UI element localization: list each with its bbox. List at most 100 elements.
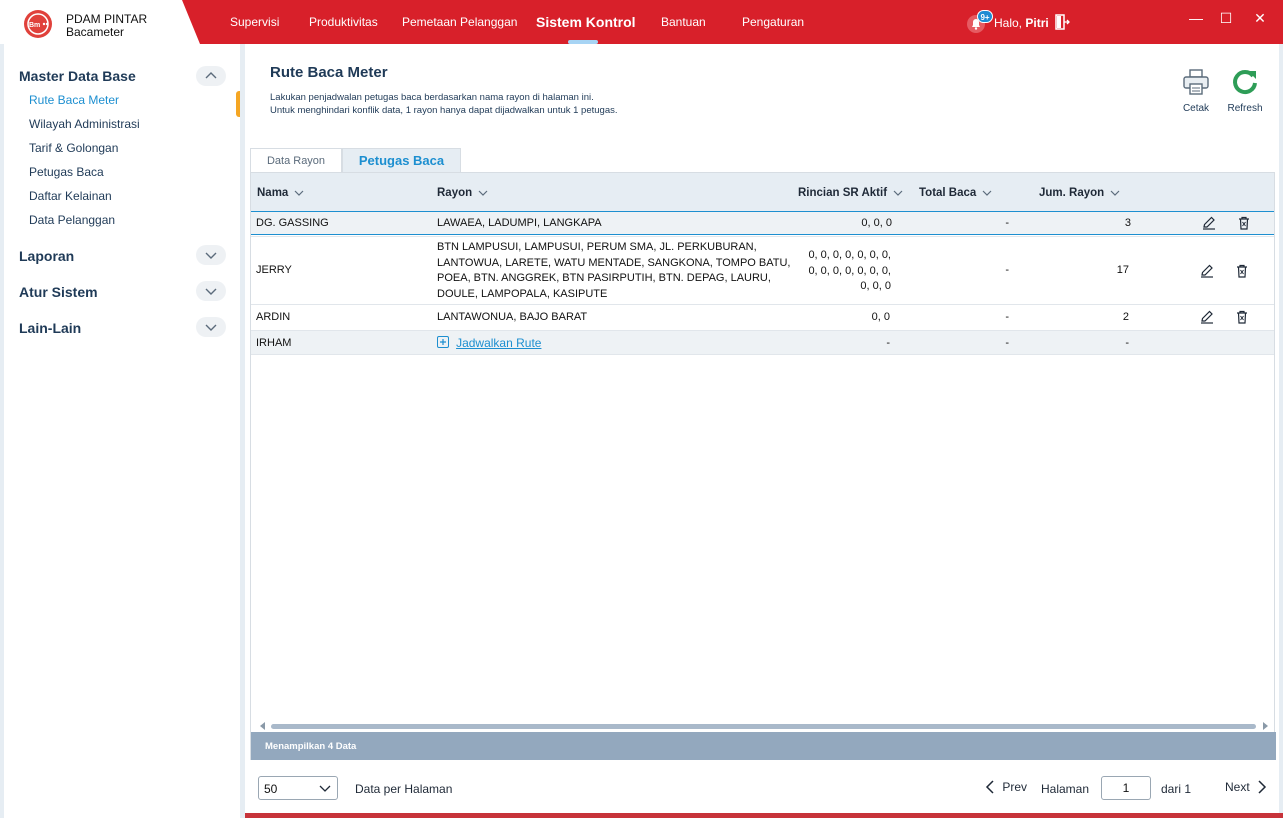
delete-icon[interactable] <box>1234 309 1250 325</box>
cell-total-baca: - <box>1005 217 1009 229</box>
next-label: Next <box>1225 780 1250 794</box>
column-label-nama: Nama <box>257 187 289 199</box>
column-header-nama[interactable]: Nama <box>257 187 304 199</box>
cell-jum-rayon: 3 <box>1124 217 1131 229</box>
schedule-route-label[interactable]: Jadwalkan Rute <box>456 336 541 350</box>
scroll-left-icon[interactable] <box>259 722 267 730</box>
rincian-line: 0, 0, 0, 0, 0, 0, 0, <box>808 264 891 277</box>
nav-bantuan[interactable]: Bantuan <box>661 15 706 29</box>
notification-badge: 9+ <box>977 10 993 23</box>
sidebar-section-lain-lain[interactable]: Lain-Lain <box>19 320 81 336</box>
sidebar-section-laporan[interactable]: Laporan <box>19 248 74 264</box>
top-bar: Bm PDAM PINTAR Bacameter Supervisi Produ… <box>0 0 1283 44</box>
window-close-button[interactable]: ✕ <box>1252 10 1268 26</box>
page-total-label: dari 1 <box>1161 782 1192 796</box>
column-header-rincian-sr-aktif[interactable]: Rincian SR Aktif <box>798 187 903 199</box>
delete-icon[interactable] <box>1236 215 1252 231</box>
sidebar-section-atur-sistem[interactable]: Atur Sistem <box>19 284 98 300</box>
horizontal-scrollbar[interactable] <box>259 722 1269 730</box>
chevron-down-icon <box>205 252 217 259</box>
cell-rayon: BTN LAMPUSUI, LAMPUSUI, PERUM SMA, JL. P… <box>437 240 790 302</box>
cell-rincian: 0, 0, 0 <box>861 217 892 229</box>
prev-page-button[interactable]: Prev <box>985 780 1027 794</box>
sidebar-item-petugas-baca[interactable]: Petugas Baca <box>29 165 104 179</box>
sidebar-item-data-pelanggan[interactable]: Data Pelanggan <box>29 213 115 227</box>
cell-rayon: LANTAWONUA, BAJO BARAT <box>437 311 588 323</box>
scroll-right-icon[interactable] <box>1261 722 1269 730</box>
print-label: Cetak <box>1182 103 1210 114</box>
sidebar-item-rute-baca-meter[interactable]: Rute Baca Meter <box>29 93 119 107</box>
page-description-line2: Untuk menghindari konflik data, 1 rayon … <box>270 105 618 116</box>
nav-pemetaan-pelanggan[interactable]: Pemetaan Pelanggan <box>402 15 517 29</box>
page-number-input[interactable] <box>1101 776 1151 800</box>
main-content: Rute Baca Meter Lakukan penjadwalan petu… <box>245 44 1283 818</box>
cell-total-baca: - <box>1005 264 1009 276</box>
sidebar-section-master-data-base[interactable]: Master Data Base <box>19 68 136 84</box>
window-maximize-button[interactable]: ☐ <box>1218 10 1234 26</box>
table-footer: Menampilkan 4 Data <box>251 732 1276 760</box>
refresh-button[interactable]: Refresh <box>1220 68 1270 114</box>
rincian-line: 0, 0, 0 <box>860 280 891 292</box>
collapse-master-data-base-button[interactable] <box>196 66 226 86</box>
expand-atur-sistem-button[interactable] <box>196 281 226 301</box>
column-header-rayon[interactable]: Rayon <box>437 187 488 199</box>
page-title: Rute Baca Meter <box>270 64 388 81</box>
rayon-line: LANTOWUA, LARETE, WATU MENTADE, SANGKONA… <box>437 256 791 269</box>
record-count: Menampilkan 4 Data <box>265 741 357 752</box>
sort-chevron-icon <box>478 190 488 196</box>
app-subname: Bacameter <box>66 25 125 39</box>
refresh-label: Refresh <box>1227 103 1263 114</box>
cell-rayon: LAWAEA, LADUMPI, LANGKAPA <box>437 217 602 229</box>
logout-icon[interactable] <box>1054 14 1070 30</box>
cell-jum-rayon: 2 <box>1122 311 1129 323</box>
edit-icon[interactable] <box>1201 215 1217 231</box>
page-description-line1: Lakukan penjadwalan petugas baca berdasa… <box>270 92 594 103</box>
print-button[interactable]: Cetak <box>1171 68 1221 114</box>
sort-chevron-icon <box>1110 190 1120 196</box>
greeting-text: Halo, <box>994 16 1023 30</box>
tab-data-rayon[interactable]: Data Rayon <box>250 148 342 172</box>
table-row[interactable]: IRHAM Jadwalkan Rute - - - <box>251 330 1274 355</box>
window-minimize-button[interactable]: — <box>1188 10 1204 26</box>
table-row[interactable]: ARDIN LANTAWONUA, BAJO BARAT 0, 0 - 2 <box>251 304 1274 330</box>
table-row[interactable]: JERRY BTN LAMPUSUI, LAMPUSUI, PERUM SMA,… <box>251 236 1274 304</box>
column-header-total-baca[interactable]: Total Baca <box>919 187 992 199</box>
schedule-route-link[interactable]: Jadwalkan Rute <box>437 336 541 350</box>
rayon-line: BTN LAMPUSUI, LAMPUSUI, PERUM SMA, JL. P… <box>437 241 757 253</box>
edit-icon[interactable] <box>1199 309 1215 325</box>
nav-produktivitas[interactable]: Produktivitas <box>309 15 378 29</box>
plus-square-icon <box>437 336 449 348</box>
page-size-value: 50 <box>264 782 278 796</box>
nav-supervisi[interactable]: Supervisi <box>230 15 279 29</box>
chevron-up-icon <box>205 72 217 79</box>
sidebar-item-daftar-kelainan[interactable]: Daftar Kelainan <box>29 189 112 203</box>
cell-rincian: 0, 0, 0, 0, 0, 0, 0, 0, 0, 0, 0, 0, 0, 0… <box>791 248 891 295</box>
table-row[interactable]: DG. GASSING LAWAEA, LADUMPI, LANGKAPA 0,… <box>251 211 1274 235</box>
nav-sistem-kontrol[interactable]: Sistem Kontrol <box>536 14 636 30</box>
expand-lain-lain-button[interactable] <box>196 317 226 337</box>
cell-jum-rayon: 17 <box>1116 264 1129 276</box>
rincian-line: 0, 0, 0, 0, 0, 0, 0, <box>808 249 891 261</box>
scrollbar-thumb[interactable] <box>271 724 1256 729</box>
tab-petugas-baca[interactable]: Petugas Baca <box>342 148 461 172</box>
app-name: PDAM PINTAR <box>66 12 148 26</box>
sidebar-item-tarif-golongan[interactable]: Tarif & Golongan <box>29 141 118 155</box>
cell-total-baca: - <box>1005 337 1009 349</box>
window-bottom-border <box>245 813 1283 818</box>
app-logo-icon: Bm <box>24 10 52 38</box>
table-header: Nama Rayon Rincian SR Aktif Total Baca J… <box>251 173 1274 211</box>
chevron-down-icon <box>205 288 217 295</box>
nav-pengaturan[interactable]: Pengaturan <box>742 15 804 29</box>
sidebar-item-wilayah-administrasi[interactable]: Wilayah Administrasi <box>29 117 140 131</box>
column-label-rincian: Rincian SR Aktif <box>798 187 888 199</box>
page-size-select[interactable]: 50 <box>258 776 338 800</box>
delete-icon[interactable] <box>1234 263 1250 279</box>
next-page-button[interactable]: Next <box>1225 780 1267 794</box>
expand-laporan-button[interactable] <box>196 245 226 265</box>
cell-nama: DG. GASSING <box>256 217 329 229</box>
cell-total-baca: - <box>1005 311 1009 323</box>
edit-icon[interactable] <box>1199 263 1215 279</box>
chevron-left-icon <box>985 780 994 794</box>
column-header-jum-rayon[interactable]: Jum. Rayon <box>1039 187 1120 199</box>
brand: Bm PDAM PINTAR Bacameter <box>0 0 200 44</box>
